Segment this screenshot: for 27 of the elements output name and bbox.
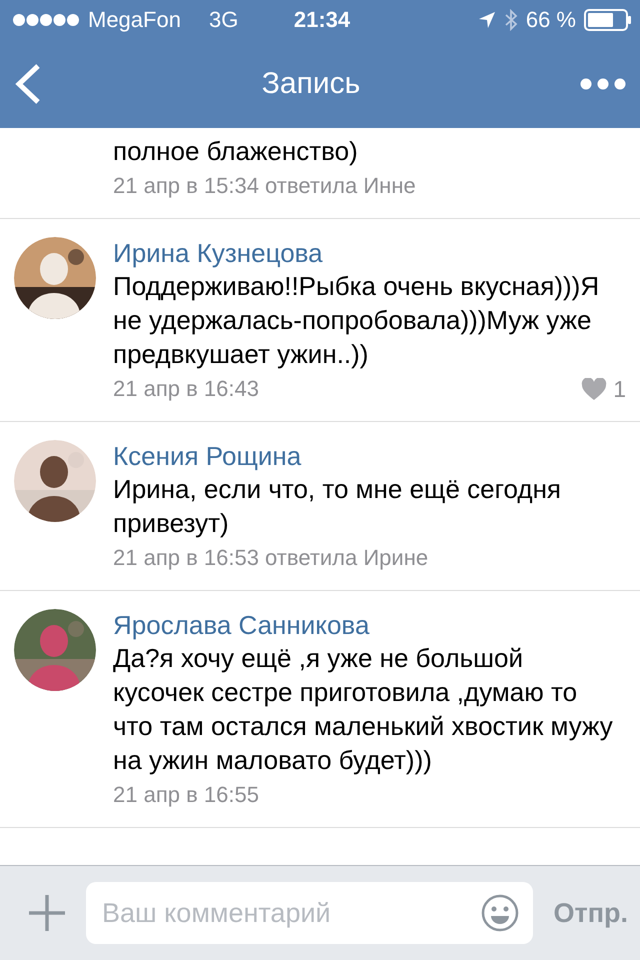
location-icon	[478, 11, 496, 29]
add-button[interactable]	[28, 894, 66, 932]
battery-percent: 66 %	[526, 7, 576, 33]
battery-icon	[584, 9, 632, 31]
comment-field[interactable]: Ваш комментарий	[86, 882, 534, 944]
bluetooth-icon	[504, 9, 518, 31]
comment-date: 21 апр в 16:55	[113, 781, 259, 809]
like-count: 1	[613, 376, 626, 402]
network-type: 3G	[208, 7, 238, 33]
comment-text: Ирина, если что, то мне ещё сегодня привезут)	[113, 473, 562, 540]
comment-date: 21 апр в 16:43	[113, 375, 259, 403]
comment-text: полное блаженство)	[113, 135, 359, 168]
author-name[interactable]: Ярослава Санникова	[113, 609, 626, 641]
author-name[interactable]: Ирина Кузнецова	[113, 237, 626, 269]
comment-text: Да?я хочу ещё ,я уже не большой кусочек сестре приготовила ,думаю то что там остался маленький хвостик мужу на ужин маловато будет)))	[113, 642, 614, 777]
back-button[interactable]	[14, 63, 42, 105]
heart-icon[interactable]	[581, 378, 608, 400]
comment-text: Поддерживаю!!Рыбка очень вкусная)))Я не удержалась-попробовала)))Муж уже предвкушает ужин..))	[113, 270, 600, 371]
carrier-name: MegaFon	[88, 7, 181, 33]
comment-date: 21 апр в 15:34 ответила Инне	[113, 172, 416, 200]
comment-date: 21 апр в 16:53 ответила Ирине	[113, 544, 428, 572]
smiley-icon[interactable]	[481, 894, 520, 932]
author-name[interactable]: Ксения Рощина	[113, 440, 626, 472]
clock-time: 21:34	[294, 7, 350, 33]
page-title: Запись	[262, 67, 360, 101]
more-button[interactable]	[580, 78, 626, 90]
signal-icon	[12, 13, 80, 27]
